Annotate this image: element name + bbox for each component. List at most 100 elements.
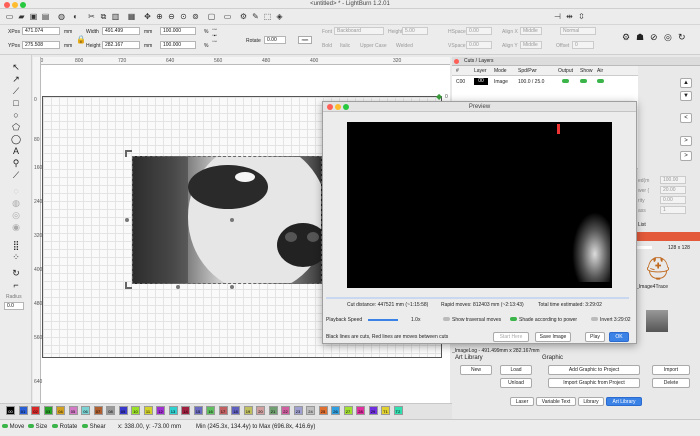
new-file-icon[interactable]: ▭ — [4, 11, 15, 22]
lock-icon[interactable]: 🔒 — [76, 35, 86, 44]
palette-swatch-23[interactable]: 23 — [293, 406, 303, 415]
select-tool-icon[interactable]: ↖ — [10, 62, 22, 73]
scale-width-input[interactable]: 100.000 — [160, 27, 196, 35]
palette-swatch-01[interactable]: 01 — [18, 406, 28, 415]
priority-down-button[interactable]: > — [680, 136, 692, 146]
vspace-input[interactable]: 0.00 — [466, 41, 492, 49]
move-toggle[interactable]: Move — [2, 424, 24, 430]
list-tab[interactable]: List — [638, 222, 646, 228]
camera-control-icon[interactable]: ☗ — [636, 32, 644, 43]
mirror-h-icon[interactable]: ⇹ — [564, 11, 575, 22]
offset-input[interactable]: 0 — [572, 41, 594, 49]
corner-tool-icon[interactable]: ⌐ — [10, 280, 22, 291]
rotate-toggle[interactable]: Rotate — [52, 424, 77, 430]
circular-array-icon[interactable]: ⁘ — [10, 252, 22, 263]
speed-input[interactable]: 100.00 — [660, 176, 686, 184]
polygon-tool-icon[interactable]: ⬠ — [10, 122, 22, 133]
edit-nodes-icon[interactable]: ↗ — [10, 74, 22, 85]
font-select[interactable]: Backboard — [334, 27, 384, 35]
tab-laser[interactable]: Laser — [510, 397, 534, 406]
air-toggle[interactable] — [597, 79, 604, 85]
palette-swatch-25[interactable]: 25 — [318, 406, 328, 415]
rectangle-tool-icon[interactable]: □ — [10, 98, 22, 109]
palette-swatch-14[interactable]: 14 — [181, 406, 190, 415]
palette-swatch-28[interactable]: 28 — [356, 406, 365, 415]
wrench-icon[interactable]: ✎ — [250, 11, 261, 22]
anchor-grid-icon[interactable]: ▫▫▫ ▫▪▫ ▫▫▫ — [212, 27, 217, 45]
add-graphic-button[interactable]: Add Graphic to Project — [548, 365, 640, 375]
welded-label[interactable]: Welded — [396, 43, 413, 49]
palette-swatch-13[interactable]: 13 — [168, 406, 178, 415]
priority-right-button[interactable]: > — [680, 151, 692, 161]
size-slider[interactable] — [636, 246, 652, 249]
output-toggle[interactable] — [562, 79, 569, 85]
mirror-v-icon[interactable]: ⇳ — [576, 11, 587, 22]
line-tool-icon[interactable]: ⟋ — [10, 86, 22, 97]
weld-tool-icon[interactable]: ◍ — [10, 198, 22, 209]
measure-tool-icon[interactable]: ⟋ — [10, 170, 22, 181]
tab-variable-text[interactable]: Variable Text — [536, 397, 576, 406]
priority-input[interactable]: 0.00 — [660, 196, 686, 204]
pan-icon[interactable]: ✥ — [142, 11, 153, 22]
show-toggle[interactable] — [580, 79, 587, 85]
palette-swatch-29[interactable]: 29 — [368, 406, 378, 415]
offset-tool-icon[interactable]: ◌ — [10, 186, 22, 197]
palette-swatch-12[interactable]: 12 — [156, 406, 165, 415]
position-laser-icon[interactable]: ⚲ — [10, 158, 22, 169]
tab-library[interactable]: Library — [578, 397, 604, 406]
normal-select[interactable]: Normal — [560, 27, 596, 35]
move-down-button[interactable]: ▼ — [680, 91, 692, 101]
radius-input[interactable]: 0.0 — [4, 302, 24, 310]
preview-progress-track[interactable] — [326, 297, 629, 299]
resize-handle[interactable] — [125, 218, 129, 222]
zoom-page-icon[interactable]: ⊙ — [178, 11, 189, 22]
zoom-selection-icon[interactable]: ⊚ — [190, 11, 201, 22]
flip-icon[interactable]: ↻ — [678, 32, 686, 43]
palette-swatch-00[interactable]: 00 — [6, 406, 15, 415]
ypos-input[interactable]: 275.508 — [22, 41, 60, 49]
cut-icon[interactable]: ✂ — [86, 11, 97, 22]
palette-swatch-T2[interactable]: T2 — [393, 406, 403, 415]
palette-swatch-04[interactable]: 04 — [56, 406, 65, 415]
playback-speed-slider[interactable] — [368, 319, 398, 321]
paste-icon[interactable]: ▥ — [110, 11, 121, 22]
rotate-input[interactable]: 0.00 — [264, 36, 286, 44]
align-x-select[interactable]: Middle — [520, 27, 542, 35]
upper-case-label[interactable]: Upper Case — [360, 43, 387, 49]
tab-art-library[interactable]: Art Library — [606, 397, 642, 406]
power-input[interactable]: 20.00 — [660, 186, 686, 194]
group-tool-icon[interactable]: ◎ — [10, 210, 22, 221]
position-icon[interactable]: ◈ — [274, 11, 285, 22]
husky-image[interactable] — [132, 156, 322, 284]
invert-toggle[interactable] — [591, 317, 598, 323]
xpos-input[interactable]: 471.074 — [22, 27, 60, 35]
ellipse-tool-icon[interactable]: ○ — [10, 110, 22, 121]
bold-label[interactable]: Bold — [322, 43, 332, 49]
import-button[interactable]: Import — [652, 365, 690, 375]
close-window-button[interactable] — [4, 2, 10, 8]
palette-swatch-21[interactable]: 21 — [268, 406, 278, 415]
italic-label[interactable]: Italic — [340, 43, 350, 49]
move-up-button[interactable]: ▲ — [680, 78, 692, 88]
ungroup-tool-icon[interactable]: ◉ — [10, 222, 22, 233]
palette-swatch-18[interactable]: 18 — [231, 406, 240, 415]
unload-library-button[interactable]: Unload — [500, 378, 532, 388]
thumbnail-image[interactable] — [646, 310, 668, 332]
shear-toggle[interactable]: Shear — [82, 424, 106, 430]
palette-swatch-15[interactable]: 15 — [193, 406, 203, 415]
trace-image-icon[interactable]: ⚙ — [238, 11, 249, 22]
zoom-window-button[interactable] — [20, 2, 26, 8]
scale-height-input[interactable]: 100.000 — [160, 41, 196, 49]
delete-icon[interactable]: ▦ — [126, 11, 137, 22]
import-icon[interactable]: ◍ — [56, 11, 67, 22]
palette-swatch-22[interactable]: 22 — [281, 406, 290, 415]
palette-swatch-T1[interactable]: T1 — [381, 406, 390, 415]
start-here-button[interactable]: Start Here — [493, 332, 529, 342]
rotate-handle[interactable] — [125, 150, 132, 157]
width-input[interactable]: 491.499 — [102, 27, 140, 35]
ok-button[interactable]: OK — [609, 332, 629, 342]
palette-swatch-05[interactable]: 05 — [68, 406, 78, 415]
save-file-icon[interactable]: ▣ — [28, 11, 39, 22]
resize-handle[interactable] — [176, 285, 180, 289]
copy-icon[interactable]: ⧉ — [98, 11, 109, 22]
